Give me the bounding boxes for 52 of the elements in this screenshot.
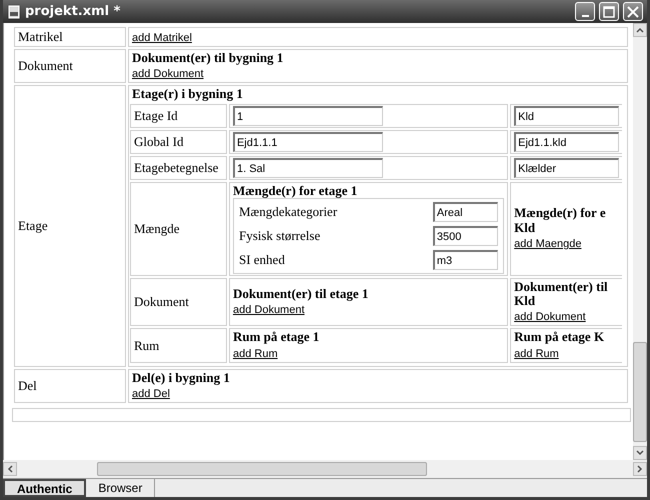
scrollbar-thumb[interactable] bbox=[97, 462, 427, 476]
vertical-scrollbar[interactable] bbox=[633, 23, 647, 460]
tab[interactable]: Authentic bbox=[3, 479, 86, 497]
section-heading: Del(e) i bygning 1 bbox=[132, 370, 231, 386]
input-field[interactable]: Ejd1.1.1 bbox=[232, 132, 383, 152]
field-label: Global Id bbox=[134, 134, 184, 149]
add-link[interactable]: add Del bbox=[132, 388, 170, 400]
field-label: Dokument bbox=[18, 58, 73, 74]
field-label: SI enhed bbox=[238, 252, 285, 267]
input-field[interactable]: 1 bbox=[232, 106, 383, 126]
section-heading: Dokument(er) til etage 1 bbox=[232, 287, 370, 302]
window-title: projekt.xml * bbox=[25, 4, 120, 19]
horizontal-scrollbar[interactable] bbox=[3, 460, 647, 478]
maximize-button[interactable] bbox=[599, 2, 619, 21]
field-label: Del bbox=[18, 378, 37, 393]
section-heading: Rum på etage 1 bbox=[232, 330, 320, 345]
minimize-icon bbox=[582, 14, 588, 16]
field-label: Mængde bbox=[134, 220, 180, 236]
input-field[interactable]: 3500 bbox=[432, 226, 498, 246]
add-link[interactable]: add Dokument bbox=[514, 311, 586, 324]
field-label: Rum bbox=[134, 338, 160, 353]
add-link[interactable]: add Matrikel bbox=[132, 32, 192, 44]
field-label: Etagebetegnelse bbox=[134, 160, 218, 175]
field-label: Etage Id bbox=[134, 108, 178, 123]
input-field[interactable]: m3 bbox=[432, 250, 498, 270]
add-link[interactable]: add Dokument bbox=[132, 68, 204, 80]
input-field[interactable]: Areal bbox=[432, 202, 498, 222]
section-heading: Dokument(er) til bygning 1 bbox=[132, 51, 284, 66]
add-link[interactable]: add Dokument bbox=[232, 304, 305, 316]
field-label: Fysisk størrelse bbox=[238, 228, 320, 243]
close-icon bbox=[627, 6, 639, 18]
field-label: Mængdekategorier bbox=[238, 204, 338, 219]
field-label: Etage bbox=[18, 218, 48, 234]
input-field[interactable]: 1. Sal bbox=[232, 158, 383, 178]
add-link[interactable]: add Maengde bbox=[514, 238, 582, 250]
input-field[interactable]: Klælder bbox=[514, 158, 619, 178]
section-heading: Dokument(er) til Kld bbox=[514, 280, 609, 308]
add-link[interactable]: add Rum bbox=[514, 348, 559, 360]
add-link[interactable]: add Rum bbox=[232, 348, 278, 360]
field-label: Dokument bbox=[134, 294, 189, 310]
maximize-icon bbox=[603, 6, 615, 18]
document-icon bbox=[7, 4, 21, 18]
close-button[interactable] bbox=[623, 2, 643, 21]
field-label: Matrikel bbox=[18, 29, 63, 44]
input-field[interactable]: Ejd1.1.kld bbox=[514, 132, 619, 152]
section-heading: Etage(r) i bygning 1 bbox=[132, 87, 244, 102]
scrollbar-thumb[interactable] bbox=[633, 342, 647, 442]
section-heading: Mængde(r) for etage 1 bbox=[232, 184, 358, 198]
section-heading: Rum på etage K bbox=[514, 330, 606, 345]
input-field[interactable]: Kld bbox=[514, 106, 619, 126]
minimize-button[interactable] bbox=[575, 2, 595, 21]
section-heading: Mængde(r) for e Kld bbox=[514, 206, 607, 236]
